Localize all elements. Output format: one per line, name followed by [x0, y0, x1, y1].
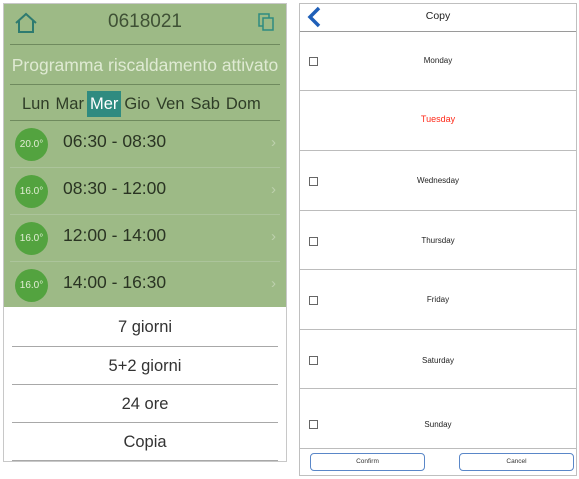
confirm-button[interactable]: Confirm [310, 453, 425, 471]
chevron-right-icon: › [271, 134, 276, 151]
schedule-header: 0618021 [4, 4, 286, 43]
time-range: 08:30 - 12:00 [63, 178, 167, 198]
day-tab-dom[interactable]: Dom [223, 91, 264, 117]
time-range: 12:00 - 14:00 [63, 225, 167, 245]
day-row-tuesday: Tuesday [300, 91, 576, 149]
menu-item-24-hours[interactable]: 24 ore [4, 385, 286, 423]
schedule-panel: 0618021 Programma riscaldamento attivato… [3, 3, 287, 462]
day-label: Friday [426, 295, 450, 304]
day-tab-mar[interactable]: Mar [53, 91, 87, 117]
day-label: Monday [423, 56, 453, 65]
temperature-badge: 16.0° [15, 269, 48, 302]
chevron-right-icon: › [271, 181, 276, 198]
device-id: 0618021 [108, 11, 182, 32]
current-day-label: Tuesday [420, 114, 456, 124]
day-label: Saturday [421, 356, 455, 365]
copy-title: Copy [425, 10, 451, 22]
menu-item-7-days[interactable]: 7 giorni [4, 308, 286, 346]
time-range: 06:30 - 08:30 [63, 131, 167, 151]
day-row-friday[interactable]: Friday [300, 270, 576, 328]
temperature-badge: 16.0° [15, 222, 48, 255]
row-divider [300, 448, 576, 449]
day-selector: Lun Mar Mer Gio Ven Sab Dom [19, 90, 284, 118]
menu-item-5-2-days[interactable]: 5+2 giorni [4, 347, 286, 385]
day-tab-ven[interactable]: Ven [153, 91, 187, 117]
day-label: Thursday [421, 236, 455, 245]
day-label: Wednesday [416, 176, 460, 185]
status-divider [10, 84, 280, 85]
day-label: Sunday [424, 420, 452, 429]
day-tab-sab[interactable]: Sab [188, 91, 223, 117]
day-tab-mer[interactable]: Mer [86, 91, 122, 117]
menu-divider [12, 460, 278, 461]
program-status: Programma riscaldamento attivato [11, 55, 279, 75]
day-tab-gio[interactable]: Gio [121, 91, 153, 117]
time-slot-row[interactable]: 20.0° 06:30 - 08:30 › [4, 121, 286, 166]
cancel-button[interactable]: Cancel [459, 453, 574, 471]
temperature-badge: 20.0° [15, 128, 48, 161]
chevron-right-icon: › [271, 275, 276, 292]
day-row-wednesday[interactable]: Wednesday [300, 151, 576, 209]
day-row-thursday[interactable]: Thursday [300, 211, 576, 269]
time-slot-row[interactable]: 16.0° 12:00 - 14:00 › [4, 215, 286, 260]
temperature-badge: 16.0° [15, 175, 48, 208]
copy-header: Copy [300, 4, 576, 32]
time-range: 14:00 - 16:30 [63, 272, 167, 292]
action-menu: 7 giorni 5+2 giorni 24 ore Copia [4, 307, 286, 461]
day-row-sunday[interactable]: Sunday [300, 389, 576, 447]
menu-item-copy[interactable]: Copia [4, 423, 286, 461]
chevron-right-icon: › [271, 228, 276, 245]
time-slot-row[interactable]: 16.0° 08:30 - 12:00 › [4, 168, 286, 213]
day-row-saturday[interactable]: Saturday [300, 330, 576, 388]
time-slot-row[interactable]: 16.0° 14:00 - 16:30 › [4, 262, 286, 307]
day-row-monday[interactable]: Monday [300, 32, 576, 90]
copy-panel: Copy Monday Tuesday Wednesday Thursday F… [299, 3, 577, 476]
copy-icon[interactable] [258, 13, 274, 31]
day-tab-lun[interactable]: Lun [19, 91, 53, 117]
header-divider [10, 44, 280, 45]
